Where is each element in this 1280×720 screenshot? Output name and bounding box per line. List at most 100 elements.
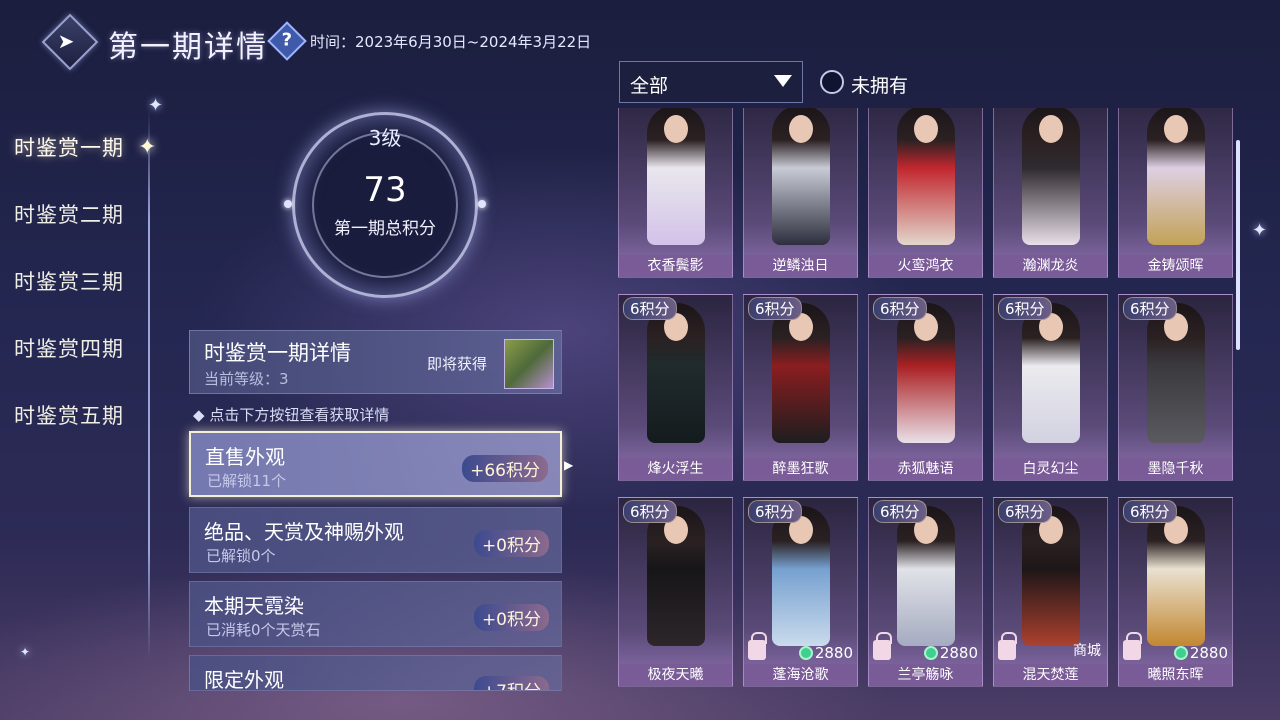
points-badge: 6积分 (873, 297, 927, 320)
period-time: 时间：2023年6月30日~2024年3月22日 (310, 33, 592, 51)
category-title: 限定外观 (204, 668, 284, 691)
outfit-name: 瀚渊龙炎 (994, 255, 1107, 277)
outfit-name: 墨隐千秋 (1119, 458, 1232, 480)
current-level: 当前等级：3 (204, 370, 289, 388)
outfit-card[interactable]: 6积分极夜天曦 (618, 497, 733, 687)
hint-label: 点击下方按钮查看获取详情 (209, 406, 390, 424)
nav-item-period-4[interactable]: 时鉴赏四期 (14, 333, 124, 363)
points-badge: 6积分 (873, 500, 927, 523)
outfit-name: 烽火浮生 (619, 458, 732, 480)
nav-item-period-5[interactable]: 时鉴赏五期 (14, 400, 124, 430)
lock-icon (873, 632, 892, 660)
outfit-name: 白灵幻尘 (994, 458, 1107, 480)
outfit-name: 蓬海沧歌 (744, 664, 857, 686)
hint-text: ◆ 点击下方按钮查看获取详情 (193, 406, 390, 424)
outfit-card[interactable]: 6积分赤狐魅语 (868, 294, 983, 481)
category-premium[interactable]: 绝品、天赏及神赐外观 已解锁0个 +0积分 (189, 507, 562, 573)
category-dye[interactable]: 本期天霓染 已消耗0个天赏石 +0积分 (189, 581, 562, 647)
character-head (1164, 115, 1188, 143)
sparkle-icon: ✦ (1252, 220, 1268, 241)
page-title: 第一期详情 (108, 30, 268, 65)
category-points: +7积分 (473, 676, 549, 690)
outfit-card[interactable]: 6积分 醉墨狂歌 (743, 294, 858, 481)
lock-icon (748, 632, 767, 660)
outfit-card[interactable]: 6积分烽火浮生 (618, 294, 733, 481)
period-detail-card[interactable]: 时鉴赏一期详情 当前等级：3 即将获得 (189, 330, 562, 394)
nav-item-period-2[interactable]: 时鉴赏二期 (14, 199, 124, 229)
character-head (664, 115, 688, 143)
category-sub: 已消耗0个天赏石 (206, 621, 321, 639)
sparkle-icon: ✦ (148, 95, 164, 116)
outfit-name: 极夜天曦 (619, 664, 732, 686)
category-sub: 已解锁11个 (207, 472, 287, 490)
not-owned-radio[interactable] (820, 70, 844, 94)
category-points: +66积分 (462, 455, 548, 482)
help-button[interactable]: ? (267, 21, 307, 61)
nav-divider (148, 110, 150, 660)
character-head (914, 115, 938, 143)
outfit-card[interactable]: 逆鳞浊日 (743, 108, 858, 278)
outfit-name: 醉墨狂歌 (744, 458, 857, 480)
detail-title: 时鉴赏一期详情 (204, 341, 351, 365)
active-sparkle-icon: ✦ (138, 135, 157, 160)
outfit-card[interactable]: 金铸颂晖 (1118, 108, 1233, 278)
outfit-card[interactable]: 6积分墨隐千秋 (1118, 294, 1233, 481)
outfit-card[interactable]: 6积分 2880 曦照东晖 (1118, 497, 1233, 687)
points-badge: 6积分 (623, 500, 677, 523)
nav-item-period-1[interactable]: 时鉴赏一期 (14, 132, 124, 162)
score-label: 第一期总积分 (334, 219, 436, 239)
grid-scrollbar[interactable] (1236, 140, 1240, 350)
nav-item-period-3[interactable]: 时鉴赏三期 (14, 266, 124, 296)
character-head (1039, 115, 1063, 143)
outfit-card[interactable]: 衣香鬓影 (618, 108, 733, 278)
jade-currency-icon (923, 646, 938, 660)
outfit-name: 混天焚莲 (994, 664, 1107, 686)
outfit-art (869, 108, 982, 255)
outfit-card[interactable]: 火鸾鸿衣 (868, 108, 983, 278)
outfit-name: 金铸颂晖 (1119, 255, 1232, 277)
lock-icon (998, 632, 1017, 660)
points-badge: 6积分 (623, 297, 677, 320)
filter-value: 全部 (630, 75, 669, 97)
outfit-card[interactable]: 6积分 2880 蓬海沧歌 (743, 497, 858, 687)
outfit-name: 兰亭觞咏 (869, 664, 982, 686)
shop-label: 商城 (1073, 643, 1101, 659)
outfit-grid: 衣香鬓影 逆鳞浊日 火鸾鸿衣 瀚渊龙炎 金铸颂晖 6积分 烽火浮生 6积分 醉墨狂歌 6积分 赤狐魅… (618, 108, 1238, 688)
outfit-card[interactable]: 6积分 2880 兰亭觞咏 (868, 497, 983, 687)
selected-arrow-icon: ▶ (564, 458, 574, 472)
outfit-card[interactable]: 瀚渊龙炎 (993, 108, 1108, 278)
question-icon: ? (281, 29, 293, 51)
points-badge: 6积分 (998, 297, 1052, 320)
outfit-card[interactable]: 6积分白灵幻尘 (993, 294, 1108, 481)
category-title: 直售外观 (205, 445, 285, 469)
price: 2880 (1173, 644, 1228, 662)
lock-icon (1123, 632, 1142, 660)
category-points: +0积分 (473, 604, 549, 631)
back-arrow-icon: ➤ (57, 28, 75, 53)
ring-dot (284, 200, 292, 208)
price-value: 2880 (1189, 644, 1228, 662)
price-value: 2880 (939, 644, 978, 662)
price: 2880 (923, 644, 978, 662)
upcoming-reward-thumbnail[interactable] (504, 339, 554, 389)
jade-currency-icon (1173, 646, 1188, 660)
outfit-art (1119, 108, 1232, 255)
points-badge: 6积分 (1123, 297, 1177, 320)
category-points: +0积分 (473, 530, 549, 557)
outfit-name: 火鸾鸿衣 (869, 255, 982, 277)
points-badge: 6积分 (998, 500, 1052, 523)
back-button[interactable]: ➤ (41, 13, 99, 71)
category-direct-sale[interactable]: 直售外观 已解锁11个 +66积分 (189, 431, 562, 497)
jade-currency-icon (798, 646, 813, 660)
outfit-name: 赤狐魅语 (869, 458, 982, 480)
filter-dropdown[interactable]: 全部 (619, 61, 803, 103)
level-text: 3级 (368, 126, 402, 150)
total-score: 73 (363, 170, 407, 210)
outfit-card[interactable]: 6积分商城混天焚莲 (993, 497, 1108, 687)
category-limited[interactable]: 限定外观 +7积分 (189, 655, 562, 691)
outfit-art (619, 108, 732, 255)
category-title: 绝品、天赏及神赐外观 (204, 520, 404, 544)
category-sub: 已解锁0个 (206, 547, 276, 565)
not-owned-label: 未拥有 (851, 75, 909, 97)
chevron-down-icon (774, 75, 792, 87)
